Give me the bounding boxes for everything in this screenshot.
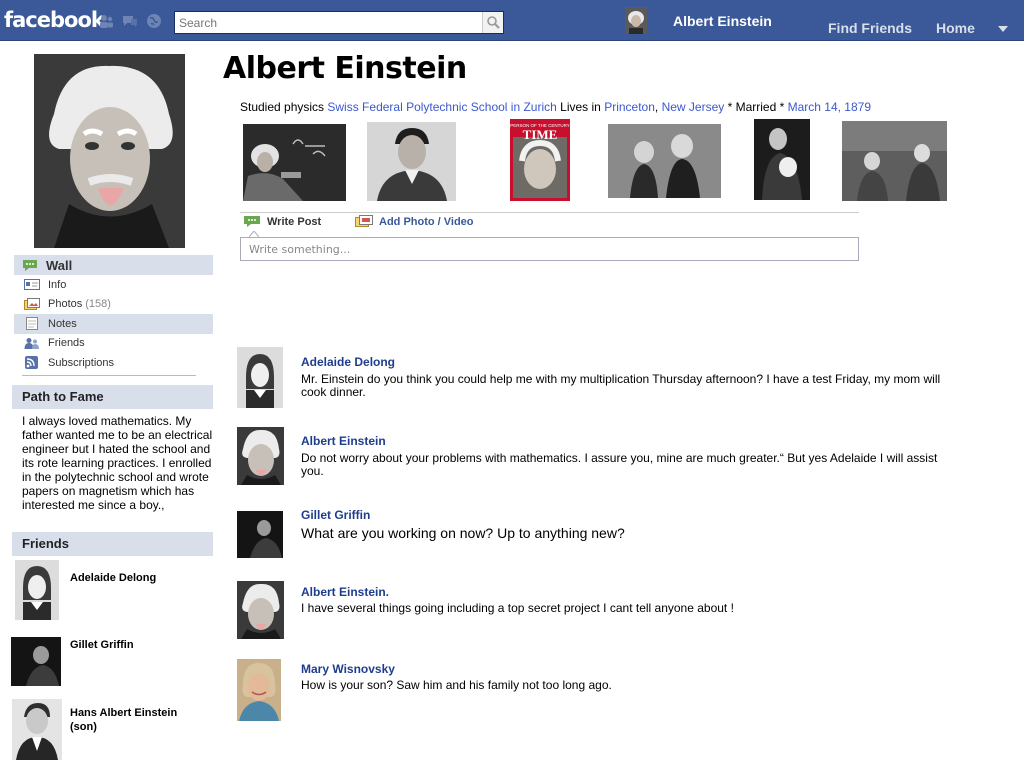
date-link[interactable]: March 14, 1879	[788, 100, 871, 114]
info-lives: Lives in	[556, 100, 605, 114]
post-avatar[interactable]	[237, 347, 283, 408]
user-avatar[interactable]	[625, 7, 647, 34]
nav-notes[interactable]: Notes	[14, 314, 213, 334]
info-sep: ,	[654, 100, 662, 114]
profile-name: Albert Einstein	[223, 51, 467, 86]
messages-icon[interactable]	[122, 13, 138, 29]
strip-photo-children[interactable]	[608, 124, 721, 198]
friend-name[interactable]: Adelaide Delong	[70, 571, 200, 585]
post-avatar[interactable]	[237, 427, 284, 485]
friend-avatar[interactable]	[15, 560, 59, 620]
nav-info[interactable]: Info	[14, 275, 213, 295]
nav-divider	[22, 375, 196, 376]
top-bar: facebook Albert Einstein Find Friends Ho…	[0, 0, 1024, 41]
write-post-label: Write Post	[267, 215, 322, 228]
nav-friends-label: Friends	[48, 337, 85, 350]
friends-icon	[24, 337, 39, 349]
post-text: Mr. Einstein do you think you could help…	[301, 372, 941, 399]
search-button[interactable]	[482, 12, 503, 33]
post-author[interactable]: Adelaide Delong	[301, 355, 395, 369]
nav-friends[interactable]: Friends	[14, 334, 213, 354]
post-author[interactable]: Albert Einstein.	[301, 585, 389, 599]
composer-divider	[240, 212, 859, 213]
post-avatar[interactable]	[237, 659, 281, 721]
school-link[interactable]: Swiss Federal Polytechnic School in Zuri…	[327, 100, 556, 114]
path-to-fame-header: Path to Fame	[12, 385, 213, 409]
post-avatar[interactable]	[237, 511, 283, 558]
friend-name[interactable]: Gillet Griffin	[70, 638, 200, 652]
friend-avatar[interactable]	[11, 637, 61, 686]
account-menu-caret-icon[interactable]	[997, 24, 1009, 34]
state-link[interactable]: New Jersey	[662, 100, 725, 114]
write-post-icon	[244, 216, 260, 227]
friend-requests-icon[interactable]	[98, 13, 114, 29]
info-studied: Studied physics	[240, 100, 328, 114]
facebook-logo[interactable]: facebook	[4, 8, 105, 32]
post-author[interactable]: Albert Einstein	[301, 434, 386, 448]
search-box	[174, 11, 504, 34]
path-to-fame-text: I always loved mathematics. My father wa…	[22, 414, 213, 512]
add-photo-label: Add Photo / Video	[379, 215, 474, 228]
profile-nav: Wall Info Photos (158) Notes Friends Sub…	[14, 255, 213, 373]
wall-speech-icon	[23, 259, 37, 271]
strip-photo-time-cover[interactable]: PERSON OF THE CENTURY TIME	[510, 119, 570, 201]
photos-icon	[24, 297, 40, 310]
strip-photo-blackboard[interactable]	[243, 124, 346, 201]
profile-picture[interactable]	[34, 54, 185, 248]
write-post-tab[interactable]: Write Post	[243, 215, 321, 228]
photos-count: (158)	[85, 298, 111, 311]
strip-photo-holding-baby[interactable]	[754, 119, 810, 200]
notifications-globe-icon[interactable]	[146, 13, 162, 29]
nav-photos-label: Photos	[48, 298, 83, 311]
add-photo-video-tab[interactable]: Add Photo / Video	[355, 215, 474, 228]
post-avatar[interactable]	[237, 581, 284, 639]
user-name-link[interactable]: Albert Einstein	[673, 13, 772, 29]
write-something-input[interactable]	[240, 237, 859, 261]
nav-wall-label: Wall	[46, 257, 73, 273]
post-text: Do not worry about your problems with ma…	[301, 451, 938, 478]
post-text: I have several things going including a …	[301, 601, 734, 615]
strip-photo-young[interactable]	[367, 122, 456, 201]
city-link[interactable]: Princeton	[604, 100, 655, 114]
post-author[interactable]: Mary Wisnovsky	[301, 662, 395, 676]
find-friends-link[interactable]: Find Friends	[828, 20, 912, 36]
nav-info-label: Info	[48, 278, 67, 291]
friend-name[interactable]: Hans Albert Einstein (son)	[70, 706, 200, 734]
info-married: * Married *	[724, 100, 788, 114]
time-cover-title: TIME	[523, 127, 558, 142]
add-photo-icon	[355, 215, 373, 227]
search-input[interactable]	[175, 12, 483, 33]
nav-photos[interactable]: Photos (158)	[14, 295, 213, 315]
friend-avatar[interactable]	[12, 699, 62, 760]
rss-feed-icon	[25, 356, 38, 370]
strip-photo-study[interactable]	[842, 121, 947, 201]
nav-subscriptions[interactable]: Subscriptions	[14, 353, 213, 373]
friends-box-header[interactable]: Friends	[12, 532, 213, 556]
nav-wall[interactable]: Wall	[14, 255, 213, 275]
post-text: How is your son? Saw him and his family …	[301, 678, 612, 692]
notes-icon	[26, 317, 38, 331]
nav-subscriptions-label: Subscriptions	[48, 356, 115, 369]
post-author[interactable]: Gillet Griffin	[301, 508, 370, 522]
home-link[interactable]: Home	[936, 20, 975, 36]
nav-notes-label: Notes	[48, 317, 77, 330]
info-card-icon	[24, 279, 40, 291]
post-text: What are you working on now? Up to anyth…	[301, 525, 625, 541]
profile-info-line: Studied physics Swiss Federal Polytechni…	[240, 100, 871, 114]
magnifier-icon	[487, 16, 500, 29]
